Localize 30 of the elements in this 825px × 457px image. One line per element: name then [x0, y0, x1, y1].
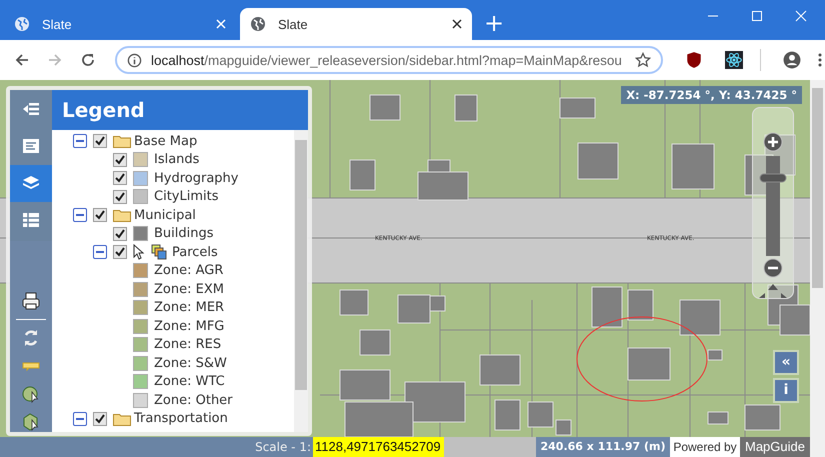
url-text: localhost/mapguide/viewer_releaseversion/sidebar.html?map=MainMap&resou	[151, 52, 623, 68]
layer-label[interactable]: Zone: MFG	[154, 318, 224, 334]
layer-label[interactable]: Transportation	[134, 411, 228, 426]
layer-label[interactable]: Zone: RES	[154, 337, 222, 352]
brand-label: MapGuide	[740, 437, 810, 457]
extent-label: 240.66 x 111.97 (m)	[536, 437, 670, 457]
layer-label[interactable]: Zone: MER	[154, 300, 224, 316]
powered-by-label: Powered by	[670, 437, 740, 457]
layer-label[interactable]: CityLimits	[154, 189, 218, 204]
layer-label[interactable]: Zone: EXM	[154, 282, 224, 297]
layer-label[interactable]: Zone: Other	[154, 392, 233, 408]
layer-label[interactable]: Zone: AGR	[154, 263, 224, 278]
layer-label[interactable]: Islands	[154, 152, 200, 168]
new-tab-button[interactable]: +	[484, 9, 504, 37]
coordinates-label: X: -87.7254 °, Y: 43.7425 °	[621, 86, 802, 104]
layer-label[interactable]: Hydrography	[154, 170, 238, 186]
layer-label[interactable]: Buildings	[154, 226, 214, 242]
address-bar[interactable]: localhost/mapguide/viewer_releaseversion/sidebar.html?map=MainMap&resou	[115, 46, 663, 74]
layer-label[interactable]: Zone: S&W	[154, 356, 227, 371]
layer-label[interactable]: Zone: WTC	[154, 374, 225, 390]
layer-label[interactable]: Base Map	[134, 134, 198, 149]
info-button[interactable]: i	[773, 378, 799, 403]
layer-label[interactable]: Parcels	[172, 244, 218, 260]
legend-title: Legend	[52, 90, 308, 130]
scale-field[interactable]: 1128,4971763452709	[313, 437, 444, 457]
layer-label[interactable]: Municipal	[134, 208, 196, 223]
browser-tab[interactable]: Slate	[4, 8, 236, 40]
scale-label: Scale - 1:	[0, 437, 313, 457]
collapse-button[interactable]: «	[773, 350, 799, 375]
browser-tab[interactable]: Slate	[240, 8, 472, 40]
